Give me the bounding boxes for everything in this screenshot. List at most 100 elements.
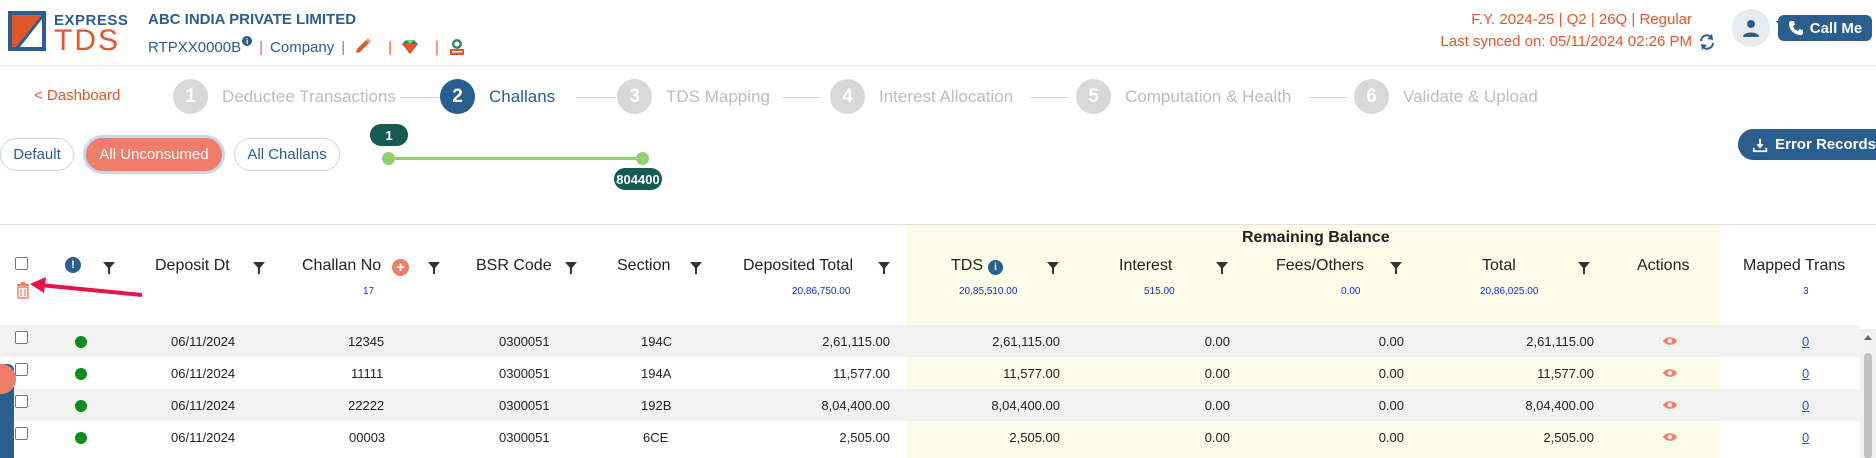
cell-fees-others: 0.00 [1378, 430, 1404, 445]
gem-icon[interactable] [399, 37, 421, 57]
filter-icon[interactable] [565, 262, 577, 274]
col-deposited-total[interactable]: Deposited Total [743, 257, 853, 275]
col-interest[interactable]: Interest [1119, 257, 1172, 275]
filter-icon[interactable] [103, 262, 115, 274]
table-scrollbar[interactable] [1860, 329, 1876, 458]
step-validate-upload[interactable]: 6 Validate & Upload [1354, 79, 1538, 114]
range-track [388, 157, 642, 160]
row-checkbox[interactable] [15, 331, 28, 344]
mapped-trans-link[interactable]: 0 [1802, 366, 1809, 381]
call-me-button[interactable]: Call Me [1778, 15, 1872, 41]
filter-icon[interactable] [1390, 262, 1402, 274]
col-mapped-trans[interactable]: Mapped Trans [1743, 257, 1845, 275]
fees-others-total: 0.00 [1341, 286, 1361, 297]
info-icon[interactable]: i [242, 36, 253, 46]
cell-total: 2,505.00 [1543, 430, 1594, 445]
table-row[interactable]: 06/11/2024 22222 0300051 192B 8,04,400.0… [0, 389, 1860, 421]
col-challan-no[interactable]: Challan No [302, 257, 381, 275]
cell-interest: 0.00 [1204, 398, 1230, 413]
separator: | [435, 38, 439, 56]
step-tds-mapping[interactable]: 3 TDS Mapping [617, 79, 770, 114]
amount-range-slider[interactable]: 1 804400 [368, 124, 662, 196]
filter-icon[interactable] [1047, 262, 1059, 274]
cell-interest: 0.00 [1204, 334, 1230, 349]
col-deposit-dt[interactable]: Deposit Dt [155, 257, 230, 275]
view-eye-icon[interactable] [1662, 399, 1678, 411]
step-connector [400, 97, 440, 98]
cell-section: 194A [641, 366, 672, 381]
status-dot-icon [75, 336, 87, 348]
filter-icon[interactable] [253, 262, 265, 274]
cell-total: 2,61,115.00 [1526, 334, 1594, 349]
col-actions: Actions [1637, 257, 1690, 274]
filter-icon[interactable] [1216, 262, 1228, 274]
cell-bsr-code: 0300051 [499, 366, 550, 381]
col-fees-others[interactable]: Fees/Others [1276, 257, 1364, 275]
filter-icon[interactable] [690, 262, 702, 274]
view-eye-icon[interactable] [1662, 431, 1678, 443]
table-row[interactable]: 06/11/2024 11111 0300051 194A 11,577.00 … [0, 357, 1860, 389]
cell-interest: 0.00 [1204, 430, 1230, 445]
mapped-trans-link[interactable]: 0 [1802, 398, 1809, 413]
deposited-total-sum: 20,86,750.00 [792, 286, 851, 297]
scroll-up-icon[interactable] [1864, 335, 1872, 340]
view-eye-icon[interactable] [1662, 367, 1678, 379]
cell-tds: 2,61,115.00 [992, 334, 1060, 349]
cell-tds: 8,04,400.00 [991, 398, 1060, 413]
sync-icon[interactable] [1698, 33, 1716, 51]
dashboard-link[interactable]: < Dashboard [34, 87, 120, 104]
row-checkbox[interactable] [15, 363, 28, 376]
table-row[interactable]: 06/11/2024 00003 0300051 6CE 2,505.00 2,… [0, 421, 1860, 453]
cell-challan-no: 12345 [348, 334, 385, 349]
col-section[interactable]: Section [617, 257, 670, 275]
row-checkbox[interactable] [15, 427, 28, 440]
tds-info-icon[interactable]: i [988, 260, 1003, 275]
company-details: RTPXX0000B i | Company | | | [148, 36, 468, 57]
cell-bsr-code: 0300051 [499, 334, 550, 349]
step-deductee-transactions[interactable]: 1 Deductee Transactions [173, 79, 396, 114]
table-row[interactable]: 06/11/2024 12345 0300051 194C 2,61,115.0… [0, 325, 1860, 357]
scroll-thumb[interactable] [1864, 353, 1872, 458]
pencil-icon[interactable] [352, 37, 374, 57]
add-challan-icon[interactable]: + [392, 259, 409, 276]
separator: | [259, 38, 264, 56]
col-bsr-code[interactable]: BSR Code [476, 257, 552, 275]
logo-tds-text: TDS [54, 24, 120, 57]
certificate-icon[interactable] [446, 37, 468, 57]
filter-icon[interactable] [428, 262, 440, 274]
mapped-trans-total: 3 [1803, 286, 1809, 297]
col-total[interactable]: Total [1482, 257, 1516, 275]
step-challans[interactable]: 2 Challans [440, 79, 555, 114]
filter-icon[interactable] [1578, 262, 1590, 274]
filter-all-challans-button[interactable]: All Challans [234, 138, 340, 171]
mapped-trans-link[interactable]: 0 [1802, 430, 1809, 445]
step-connector [1308, 97, 1348, 98]
filter-default-button[interactable]: Default [0, 138, 74, 171]
cell-deposited-total: 8,04,400.00 [821, 398, 890, 413]
cell-deposit-dt: 06/11/2024 [171, 334, 236, 349]
row-checkbox[interactable] [15, 395, 28, 408]
error-records-button[interactable]: Error Records [1738, 129, 1876, 160]
user-icon [1743, 20, 1759, 37]
range-min-handle[interactable] [382, 152, 395, 165]
col-tds[interactable]: TDS [951, 257, 983, 275]
tan-number: RTPXX0000B [148, 38, 242, 56]
view-eye-icon[interactable] [1662, 335, 1678, 347]
challans-table: Remaining Balance ! Deposit Dt Challan N… [0, 224, 1876, 458]
filter-icon[interactable] [878, 262, 890, 274]
step-interest-allocation[interactable]: 4 Interest Allocation [830, 79, 1013, 114]
cell-challan-no: 00003 [349, 430, 386, 445]
select-all-checkbox[interactable] [15, 257, 28, 270]
mapped-trans-link[interactable]: 0 [1802, 334, 1809, 349]
interest-total: 515.00 [1144, 286, 1175, 297]
logo[interactable]: EXPRESS TDS [8, 9, 128, 57]
cell-deposited-total: 2,61,115.00 [822, 334, 890, 349]
cell-challan-no: 11111 [351, 366, 384, 381]
step-number: 1 [173, 79, 208, 114]
remaining-balance-heading: Remaining Balance [1242, 229, 1390, 246]
step-computation-health[interactable]: 5 Computation & Health [1076, 79, 1291, 114]
status-info-icon[interactable]: ! [65, 257, 81, 273]
user-avatar[interactable] [1732, 9, 1770, 47]
filter-all-unconsumed-button[interactable]: All Unconsumed [86, 138, 222, 171]
range-max-handle[interactable] [636, 152, 649, 165]
